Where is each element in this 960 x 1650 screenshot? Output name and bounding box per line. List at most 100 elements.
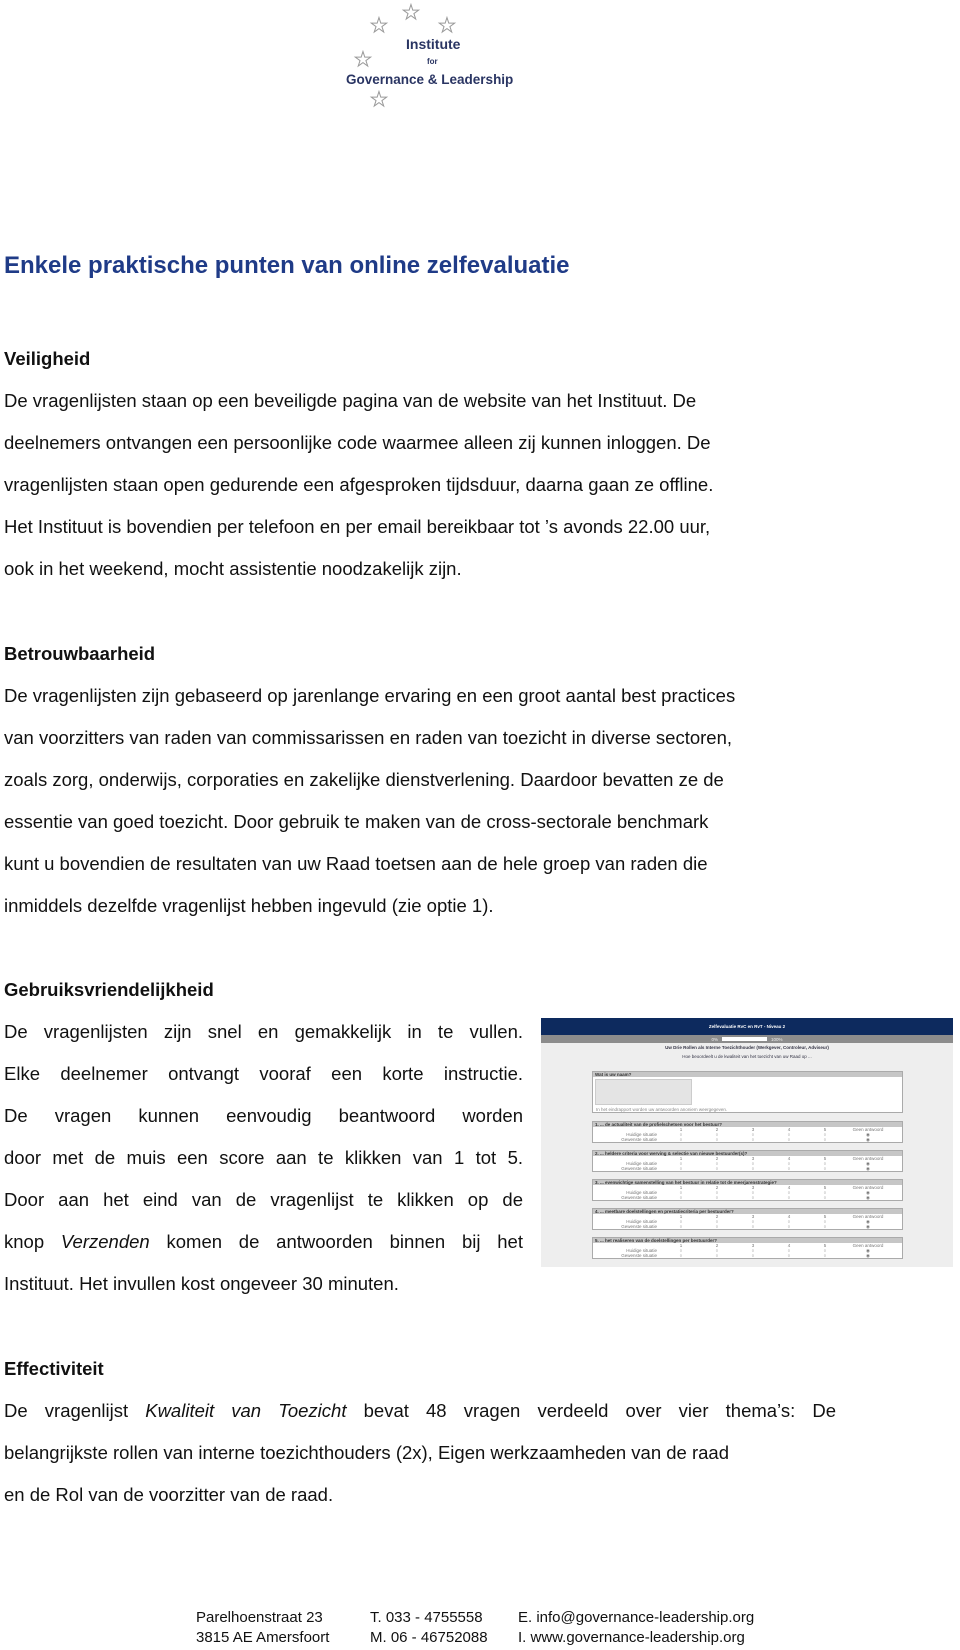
row-label: Gewenste situatie bbox=[621, 1195, 657, 1200]
answer-row: Gewenste situatie ○ ○ ○ ○ ○ ◉ bbox=[593, 1224, 902, 1229]
star-icon: ★ bbox=[370, 89, 389, 111]
paragraph-line: en de Rol van de voorzitter van de raad. bbox=[4, 1484, 334, 1505]
paragraph-line: door met de muis een score aan te klikke… bbox=[4, 1147, 523, 1168]
footer-website: I. www.governance-leadership.org bbox=[518, 1629, 745, 1646]
radio-button[interactable]: ○ bbox=[807, 1195, 843, 1200]
star-icon: ★ bbox=[370, 15, 389, 37]
screenshot-subtitle: Uw Drie Rollen als Interne Toezichthoude… bbox=[665, 1045, 829, 1050]
answer-row: Gewenste situatie ○ ○ ○ ○ ○ ◉ bbox=[593, 1253, 902, 1258]
section-veiligheid: Veiligheid De vragenlijsten staan op een… bbox=[4, 338, 713, 590]
logo-text: Institute bbox=[406, 36, 461, 52]
footer-email: E. info@governance-leadership.org bbox=[518, 1609, 755, 1626]
radio-button[interactable]: ○ bbox=[735, 1253, 771, 1258]
text-segment: komen de antwoorden binnen bij het bbox=[149, 1231, 523, 1252]
paragraph-line: vragenlijsten staan open gedurende een a… bbox=[4, 474, 714, 495]
radio-button[interactable]: ○ bbox=[807, 1137, 843, 1142]
star-icon: ★ bbox=[354, 49, 373, 71]
paragraph-line: De vragenlijsten staan op een beveiligde… bbox=[4, 390, 697, 411]
radio-button[interactable]: ◉ bbox=[843, 1195, 893, 1200]
radio-button[interactable]: ○ bbox=[807, 1166, 843, 1171]
question-intro: Hoe beoordeelt u de kwaliteit van het to… bbox=[682, 1054, 812, 1059]
paragraph-line: De vragenlijsten zijn gebaseerd op jaren… bbox=[4, 685, 736, 706]
radio-button[interactable]: ○ bbox=[771, 1137, 807, 1142]
paragraph-line: Door aan het eind van de vragenlijst te … bbox=[4, 1189, 523, 1210]
radio-button[interactable]: ○ bbox=[735, 1195, 771, 1200]
radio-button[interactable]: ◉ bbox=[843, 1253, 893, 1258]
text-segment: knop bbox=[4, 1231, 61, 1252]
section-effectiviteit: Effectiviteit De vragenlijst Kwaliteit v… bbox=[4, 1348, 836, 1516]
questionnaire-screenshot: Zelfevaluatie RvC en RvT - Niveau 2 0% 1… bbox=[541, 1018, 953, 1267]
radio-button[interactable]: ○ bbox=[699, 1253, 735, 1258]
paragraph-line: Het Instituut is bovendien per telefoon … bbox=[4, 516, 711, 537]
section-betrouwbaarheid: Betrouwbaarheid De vragenlijsten zijn ge… bbox=[4, 633, 735, 927]
radio-button[interactable]: ○ bbox=[735, 1166, 771, 1171]
radio-button[interactable]: ○ bbox=[699, 1224, 735, 1229]
italic-term: Kwaliteit van Toezicht bbox=[145, 1400, 347, 1421]
radio-button[interactable]: ◉ bbox=[843, 1137, 893, 1142]
radio-button[interactable]: ○ bbox=[663, 1137, 699, 1142]
question-block: 1. ... de actualiteit van de profielsche… bbox=[592, 1121, 903, 1143]
name-note: In het eindrapport worden uw antwoorden … bbox=[596, 1107, 728, 1112]
question-block: 3. ... evenwichtige samenstelling van he… bbox=[592, 1179, 903, 1201]
radio-button[interactable]: ○ bbox=[735, 1224, 771, 1229]
name-question: Wat is uw naam? In het eindrapport worde… bbox=[592, 1071, 903, 1113]
paragraph-line: De vragen kunnen eenvoudig beantwoord wo… bbox=[4, 1105, 523, 1126]
radio-button[interactable]: ○ bbox=[699, 1137, 735, 1142]
paragraph-line: van voorzitters van raden van commissari… bbox=[4, 727, 733, 748]
paragraph-line: Elke deelnemer ontvangt vooraf een korte… bbox=[4, 1063, 523, 1084]
radio-button[interactable]: ○ bbox=[663, 1195, 699, 1200]
row-label: Gewenste situatie bbox=[621, 1137, 657, 1142]
section-heading: Veiligheid bbox=[4, 348, 91, 369]
text-segment: bevat 48 vragen verdeeld over vier thema… bbox=[346, 1400, 836, 1421]
row-label: Gewenste situatie bbox=[621, 1166, 657, 1171]
radio-button[interactable]: ○ bbox=[771, 1195, 807, 1200]
name-input[interactable] bbox=[595, 1079, 692, 1105]
star-icon: ★ bbox=[402, 2, 421, 24]
paragraph-line: essentie van goed toezicht. Door gebruik… bbox=[4, 811, 709, 832]
section-heading: Effectiviteit bbox=[4, 1358, 104, 1379]
row-label: Gewenste situatie bbox=[621, 1253, 657, 1258]
answer-row: Gewenste situatie ○ ○ ○ ○ ○ ◉ bbox=[593, 1195, 902, 1200]
screenshot-header: Zelfevaluatie RvC en RvT - Niveau 2 bbox=[541, 1018, 953, 1035]
italic-term: Verzenden bbox=[60, 1231, 150, 1252]
paragraph-line: zoals zorg, onderwijs, corporaties en za… bbox=[4, 769, 724, 790]
radio-button[interactable]: ○ bbox=[807, 1253, 843, 1258]
radio-button[interactable]: ○ bbox=[771, 1253, 807, 1258]
radio-button[interactable]: ◉ bbox=[843, 1166, 893, 1171]
paragraph-line: belangrijkste rollen van interne toezich… bbox=[4, 1442, 730, 1463]
paragraph-line: ook in het weekend, mocht assistentie no… bbox=[4, 558, 462, 579]
radio-button[interactable]: ○ bbox=[699, 1166, 735, 1171]
progress-start: 0% bbox=[711, 1036, 718, 1042]
radio-button[interactable]: ○ bbox=[699, 1195, 735, 1200]
question-block: 4. ... meetbare doelstellingen en presta… bbox=[592, 1208, 903, 1230]
radio-button[interactable]: ○ bbox=[735, 1137, 771, 1142]
answer-row: Gewenste situatie ○ ○ ○ ○ ○ ◉ bbox=[593, 1137, 902, 1142]
radio-button[interactable]: ○ bbox=[663, 1224, 699, 1229]
paragraph-line: knop Verzenden komen de antwoorden binne… bbox=[4, 1221, 523, 1263]
footer-city: 3815 AE Amersfoort bbox=[196, 1629, 330, 1646]
footer-mobile: M. 06 - 46752088 bbox=[370, 1629, 488, 1646]
footer-phones: T. 033 - 4755558 M. 06 - 46752088 bbox=[370, 1608, 488, 1648]
question-block: 5. ... het realiseren van de doelstellin… bbox=[592, 1237, 903, 1259]
radio-button[interactable]: ○ bbox=[663, 1166, 699, 1171]
radio-button[interactable]: ○ bbox=[771, 1166, 807, 1171]
progress-end: 100% bbox=[771, 1036, 783, 1042]
footer-contact: E. info@governance-leadership.org I. www… bbox=[518, 1608, 754, 1648]
radio-button[interactable]: ○ bbox=[771, 1224, 807, 1229]
paragraph-line: inmiddels dezelfde vragenlijst hebben in… bbox=[4, 895, 494, 916]
paragraph-line: Instituut. Het invullen kost ongeveer 30… bbox=[4, 1273, 399, 1294]
footer-address: Parelhoenstraat 23 3815 AE Amersfoort bbox=[196, 1608, 329, 1648]
institute-logo: ★ ★ ★ ★ ★ Institute for Governance & Lea… bbox=[340, 0, 530, 115]
radio-button[interactable]: ◉ bbox=[843, 1224, 893, 1229]
progress-track bbox=[722, 1037, 767, 1041]
radio-button[interactable]: ○ bbox=[663, 1253, 699, 1258]
footer-phone: T. 033 - 4755558 bbox=[370, 1609, 483, 1626]
footer-street: Parelhoenstraat 23 bbox=[196, 1609, 323, 1626]
radio-button[interactable]: ○ bbox=[807, 1224, 843, 1229]
paragraph-line: De vragenlijsten zijn snel en gemakkelij… bbox=[4, 1021, 523, 1042]
paragraph-line: kunt u bovendien de resultaten van uw Ra… bbox=[4, 853, 708, 874]
page-title: Enkele praktische punten van online zelf… bbox=[4, 252, 570, 279]
paragraph-line: deelnemers ontvangen een persoonlijke co… bbox=[4, 432, 711, 453]
text-segment: De vragenlijst bbox=[4, 1400, 146, 1421]
section-heading: Gebruiksvriendelijkheid bbox=[4, 979, 214, 1000]
